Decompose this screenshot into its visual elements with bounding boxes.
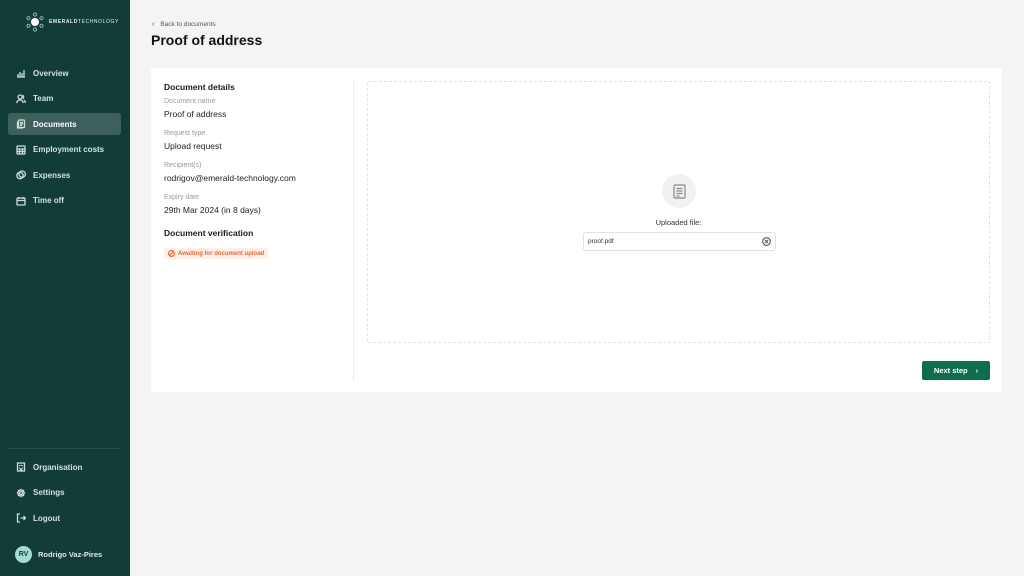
- document-card: Document details Document name Proof of …: [151, 68, 1002, 392]
- uploaded-file-name: proof.pdf: [588, 238, 614, 245]
- sidebar-item-label: Organisation: [33, 462, 83, 472]
- sidebar-item-label: Employment costs: [33, 145, 105, 155]
- brand-logo[interactable]: EMERALDTECHNOLOGY: [25, 12, 119, 32]
- calculator-icon: [16, 145, 26, 155]
- sidebar-item-label: Team: [33, 94, 54, 104]
- page-title: Proof of address: [151, 32, 263, 48]
- sidebar-item-label: Logout: [33, 513, 61, 523]
- sidebar-item-team[interactable]: Team: [8, 88, 121, 110]
- avatar: RV: [15, 546, 32, 563]
- file-icon: [672, 183, 686, 199]
- expiry-date-value: 29th Mar 2024 (in 8 days): [164, 205, 261, 215]
- sidebar-item-label: Overview: [33, 68, 69, 78]
- next-step-button[interactable]: Next step ›: [922, 361, 990, 380]
- user-profile[interactable]: RV Rodrigo Vaz-Pires: [15, 546, 102, 563]
- secondary-nav: Organisation Settings Logout: [8, 456, 121, 533]
- documents-icon: [16, 119, 26, 129]
- verification-title: Document verification: [164, 228, 254, 238]
- user-name: Rodrigo Vaz-Pires: [38, 550, 103, 559]
- pending-icon: [168, 250, 175, 257]
- document-name-value: Proof of address: [164, 109, 227, 119]
- sidebar-item-overview[interactable]: Overview: [8, 62, 121, 84]
- file-icon-wrapper: [662, 174, 696, 208]
- details-title: Document details: [164, 82, 235, 92]
- brand-name: EMERALDTECHNOLOGY: [49, 19, 119, 25]
- sidebar-item-logout[interactable]: Logout: [8, 507, 121, 529]
- status-badge: Awaiting for document upload: [164, 248, 269, 259]
- back-link-label: Back to documents: [160, 21, 216, 28]
- recipients-label: Recipient(s): [164, 162, 202, 169]
- sidebar-item-documents[interactable]: Documents: [8, 113, 121, 136]
- logout-icon: [16, 513, 26, 523]
- document-name-label: Document name: [164, 98, 216, 105]
- uploaded-file-field: proof.pdf: [583, 232, 776, 251]
- calendar-icon: [16, 196, 26, 206]
- main-nav: Overview Team Documents Employment costs…: [8, 62, 121, 216]
- sidebar: EMERALDTECHNOLOGY Overview Team Document…: [0, 0, 130, 576]
- sidebar-item-label: Expenses: [33, 170, 71, 180]
- sidebar-item-employment-costs[interactable]: Employment costs: [8, 139, 121, 161]
- sidebar-item-label: Documents: [33, 119, 77, 129]
- sidebar-item-organisation[interactable]: Organisation: [8, 456, 121, 478]
- users-icon: [16, 93, 26, 104]
- sidebar-item-label: Settings: [33, 488, 65, 498]
- remove-file-button[interactable]: [761, 237, 771, 247]
- coins-icon: [16, 170, 26, 180]
- recipients-value: rodrigov@emerald-technology.com: [164, 173, 296, 183]
- close-circle-icon: [761, 237, 771, 246]
- sidebar-item-settings[interactable]: Settings: [8, 482, 121, 504]
- status-badge-label: Awaiting for document upload: [178, 250, 265, 257]
- uploaded-file-label: Uploaded file:: [655, 218, 702, 227]
- next-step-label: Next step: [933, 366, 968, 375]
- gear-icon: [16, 488, 26, 498]
- column-divider: [353, 81, 354, 381]
- sidebar-item-time-off[interactable]: Time off: [8, 190, 121, 212]
- chevron-left-icon: ‹: [152, 21, 155, 28]
- verification-section: Document verification Awaiting for docum…: [164, 228, 344, 262]
- bar-chart-icon: [16, 68, 26, 78]
- sidebar-item-label: Time off: [33, 196, 64, 206]
- upload-dropzone[interactable]: Uploaded file: proof.pdf: [367, 81, 990, 343]
- logo-icon: [25, 12, 45, 32]
- document-details: Document details Document name Proof of …: [164, 82, 344, 262]
- expiry-date-label: Expiry date: [164, 194, 200, 201]
- sidebar-item-expenses[interactable]: Expenses: [8, 164, 121, 186]
- request-type-value: Upload request: [164, 141, 222, 151]
- chevron-right-icon: ›: [975, 366, 979, 375]
- back-link[interactable]: ‹ Back to documents: [152, 21, 216, 28]
- request-type-label: Request type: [164, 130, 206, 137]
- building-icon: [16, 462, 26, 472]
- sidebar-divider: [8, 448, 121, 449]
